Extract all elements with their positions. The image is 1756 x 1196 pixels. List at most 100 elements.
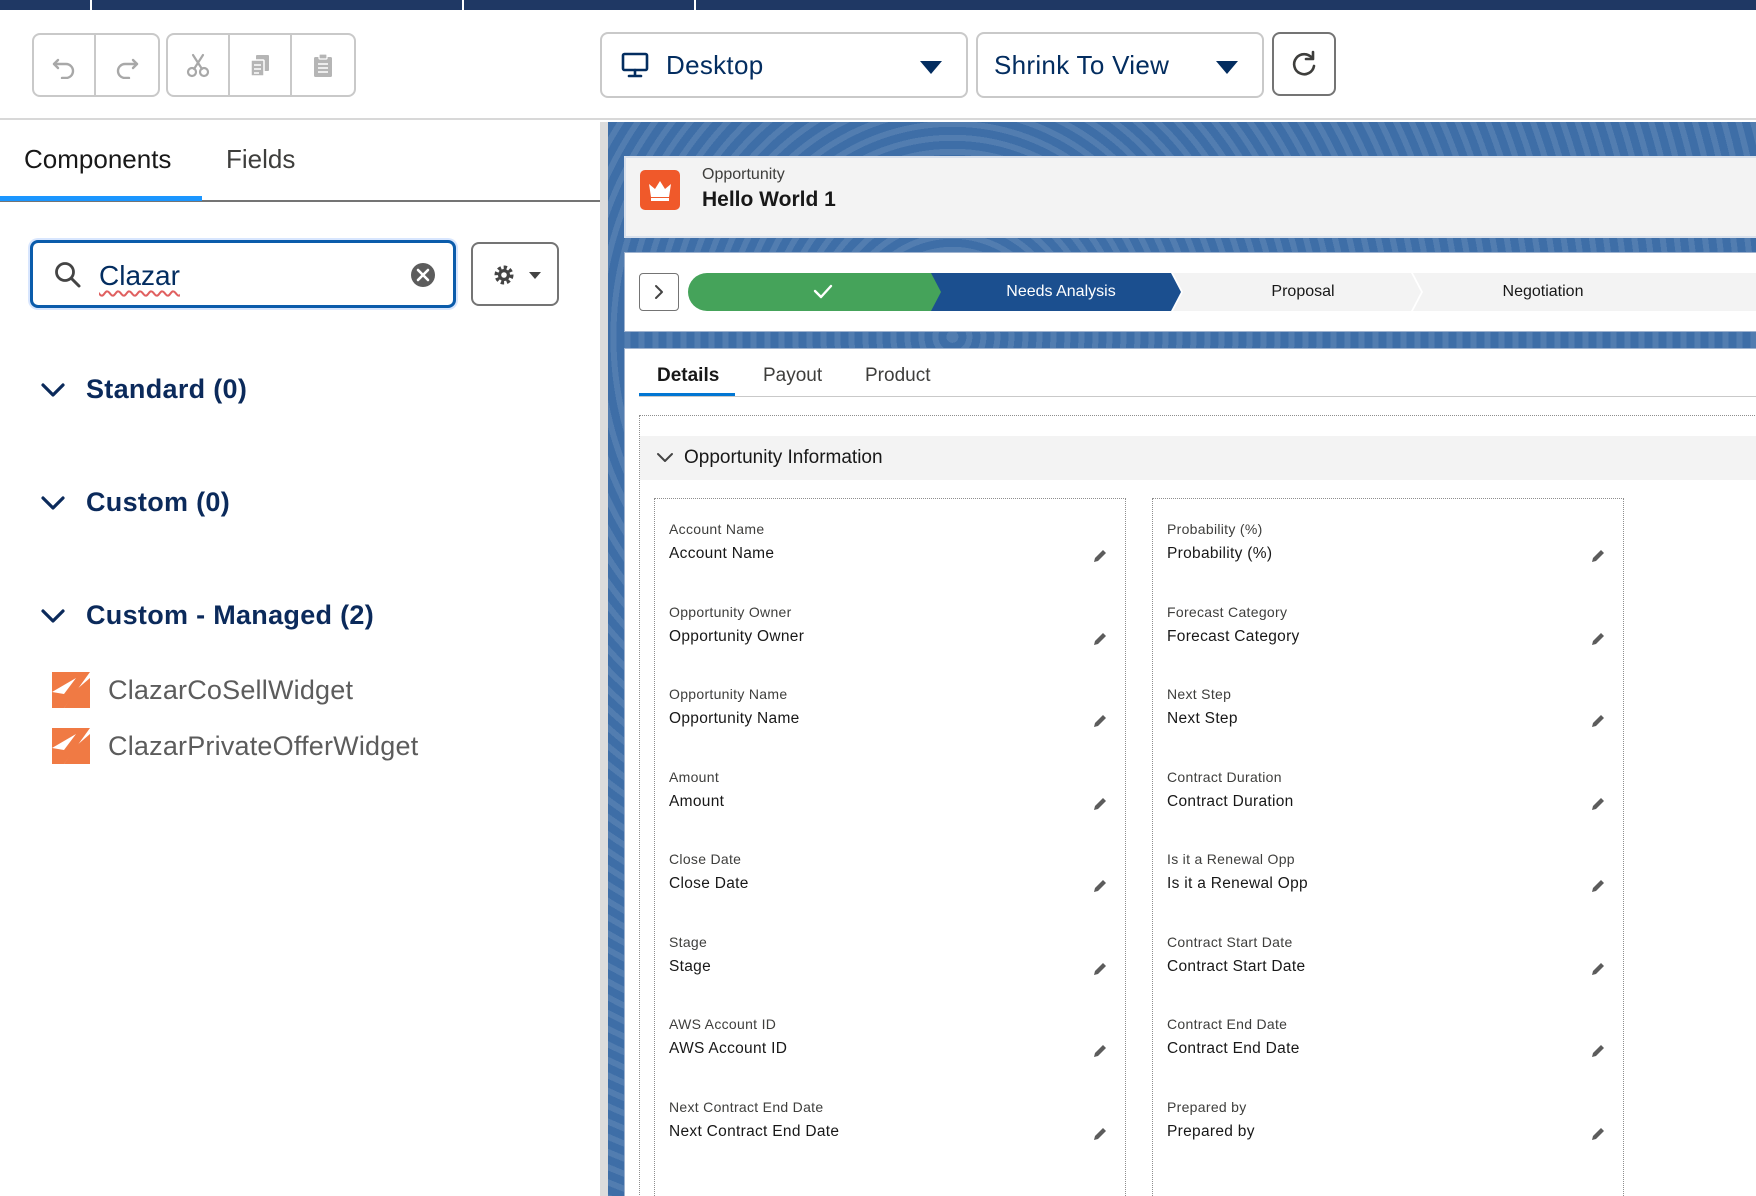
section-header[interactable]: Opportunity Information bbox=[640, 436, 1756, 480]
section-title: Custom - Managed (2) bbox=[86, 600, 375, 630]
edit-pencil-icon[interactable] bbox=[1091, 795, 1109, 813]
edit-pencil-icon[interactable] bbox=[1589, 795, 1607, 813]
path-stage-label[interactable]: Negotiation bbox=[1423, 273, 1663, 311]
field-label: Account Name bbox=[669, 521, 765, 537]
field-row[interactable]: Contract Start Date Contract Start Date bbox=[1167, 934, 1607, 1006]
zoom-select[interactable]: Shrink To View bbox=[976, 32, 1264, 98]
field-column-right: Probability (%) Probability (%) Forecast C… bbox=[1152, 498, 1624, 1196]
field-row[interactable]: AWS Account ID AWS Account ID bbox=[669, 1016, 1109, 1088]
field-value: Next Step bbox=[1167, 710, 1238, 727]
tab-components[interactable]: Components bbox=[24, 144, 171, 175]
section-standard[interactable]: Standard (0) bbox=[40, 374, 247, 405]
field-value: Is it a Renewal Opp bbox=[1167, 875, 1308, 892]
clipboard-group bbox=[166, 33, 356, 97]
desktop-icon bbox=[621, 52, 649, 78]
edit-pencil-icon[interactable] bbox=[1589, 712, 1607, 730]
field-label: Contract Duration bbox=[1167, 768, 1282, 785]
field-row[interactable]: Is it a Renewal Opp Is it a Renewal Opp bbox=[1167, 851, 1607, 923]
components-panel: Components Fields Clazar Standard (0) Cu… bbox=[0, 122, 600, 1196]
field-row[interactable]: Contract End Date Contract End Date bbox=[1167, 1016, 1607, 1088]
redo-icon bbox=[116, 58, 139, 79]
edit-pencil-icon[interactable] bbox=[1589, 630, 1607, 648]
undo-redo-group bbox=[32, 33, 160, 97]
sales-path[interactable]: Needs Analysis Proposal Negotiation bbox=[624, 252, 1756, 332]
field-label: Prepared by bbox=[1167, 1098, 1247, 1115]
tab-payout[interactable]: Payout bbox=[763, 365, 822, 387]
field-row[interactable]: Opportunity Name Opportunity Name bbox=[669, 686, 1109, 758]
field-value: Contract Start Date bbox=[1167, 957, 1306, 975]
field-row[interactable]: Account Name Account Name bbox=[669, 521, 1109, 593]
edit-pencil-icon[interactable] bbox=[1091, 960, 1109, 978]
field-row[interactable]: Forecast Category Forecast Category bbox=[1167, 604, 1607, 676]
edit-pencil-icon[interactable] bbox=[1589, 547, 1607, 565]
device-select[interactable]: Desktop bbox=[600, 32, 968, 98]
field-row[interactable]: Probability (%) Probability (%) bbox=[1167, 521, 1607, 593]
field-row[interactable]: Next Step Next Step bbox=[1167, 686, 1607, 758]
edit-pencil-icon[interactable] bbox=[1091, 1125, 1109, 1143]
builder-toolbar: Desktop Shrink To View bbox=[0, 10, 1756, 120]
edit-pencil-icon[interactable] bbox=[1589, 877, 1607, 895]
section-title: Standard (0) bbox=[86, 374, 248, 404]
redo-button[interactable] bbox=[96, 35, 158, 95]
field-row[interactable]: Prepared by Prepared by bbox=[1167, 1099, 1607, 1171]
settings-menu-button[interactable] bbox=[471, 242, 559, 306]
path-stage-label[interactable]: Proposal bbox=[1183, 273, 1423, 311]
chevron-down-icon bbox=[920, 61, 942, 74]
undo-button[interactable] bbox=[34, 35, 96, 95]
paste-icon bbox=[314, 53, 332, 77]
field-row[interactable]: Opportunity Owner Opportunity Owner bbox=[669, 604, 1109, 676]
nav-divider bbox=[694, 0, 696, 10]
path-expand-button[interactable] bbox=[639, 273, 679, 311]
field-label: Probability (%) bbox=[1167, 521, 1263, 537]
field-label: AWS Account ID bbox=[669, 1016, 777, 1032]
section-custom[interactable]: Custom (0) bbox=[40, 487, 230, 518]
edit-pencil-icon[interactable] bbox=[1589, 960, 1607, 978]
paste-button[interactable] bbox=[292, 35, 354, 95]
section-title: Opportunity Information bbox=[684, 447, 883, 468]
field-row[interactable]: Contract Duration Contract Duration bbox=[1167, 769, 1607, 841]
edit-pencil-icon[interactable] bbox=[1091, 712, 1109, 730]
opportunity-information-section: Opportunity Information Account Name Acco… bbox=[639, 415, 1756, 1196]
device-select-value: Desktop bbox=[666, 49, 764, 80]
component-item-clazar-cosell[interactable]: ClazarCoSellWidget bbox=[50, 670, 353, 710]
component-search-input[interactable]: Clazar bbox=[30, 240, 456, 308]
edit-pencil-icon[interactable] bbox=[1589, 1042, 1607, 1060]
edit-pencil-icon[interactable] bbox=[1589, 1125, 1607, 1143]
tab-details[interactable]: Details bbox=[657, 365, 719, 387]
chevron-down-icon bbox=[41, 608, 65, 623]
field-value: Amount bbox=[669, 792, 725, 810]
section-custom-managed[interactable]: Custom - Managed (2) bbox=[40, 600, 374, 631]
panel-splitter[interactable] bbox=[600, 122, 608, 1196]
component-item-clazar-private-offer[interactable]: ClazarPrivateOfferWidget bbox=[50, 726, 418, 766]
record-name: Hello World 1 bbox=[702, 188, 836, 211]
field-value: Next Contract End Date bbox=[669, 1122, 840, 1140]
tab-product[interactable]: Product bbox=[865, 365, 930, 387]
edit-pencil-icon[interactable] bbox=[1091, 547, 1109, 565]
field-value: Contract Duration bbox=[1167, 792, 1294, 810]
field-value: Account Name bbox=[669, 545, 775, 562]
field-value: Contract End Date bbox=[1167, 1040, 1300, 1057]
tab-fields[interactable]: Fields bbox=[226, 144, 295, 175]
clear-search-icon[interactable] bbox=[409, 261, 437, 289]
field-row[interactable]: Stage Stage bbox=[669, 934, 1109, 1006]
page-canvas: Opportunity Hello World 1 Needs Analysis… bbox=[608, 122, 1756, 1196]
panel-tabs: Components Fields bbox=[0, 122, 600, 202]
copy-icon bbox=[250, 55, 269, 77]
copy-button[interactable] bbox=[230, 35, 292, 95]
edit-pencil-icon[interactable] bbox=[1091, 1042, 1109, 1060]
path-stage-label[interactable]: Needs Analysis bbox=[941, 273, 1181, 311]
section-title: Custom (0) bbox=[86, 487, 230, 517]
edit-pencil-icon[interactable] bbox=[1091, 877, 1109, 895]
field-label: Stage bbox=[669, 933, 708, 950]
field-row[interactable]: Next Contract End Date Next Contract End … bbox=[669, 1099, 1109, 1171]
field-row[interactable]: Amount Amount bbox=[669, 769, 1109, 841]
opportunity-icon bbox=[640, 170, 680, 210]
tab-divider bbox=[639, 396, 1756, 397]
edit-pencil-icon[interactable] bbox=[1091, 630, 1109, 648]
refresh-icon bbox=[1292, 50, 1316, 76]
record-header[interactable]: Opportunity Hello World 1 bbox=[624, 156, 1756, 238]
refresh-button[interactable] bbox=[1272, 32, 1336, 96]
cut-button[interactable] bbox=[168, 35, 230, 95]
nav-divider bbox=[90, 0, 92, 10]
field-row[interactable]: Close Date Close Date bbox=[669, 851, 1109, 923]
